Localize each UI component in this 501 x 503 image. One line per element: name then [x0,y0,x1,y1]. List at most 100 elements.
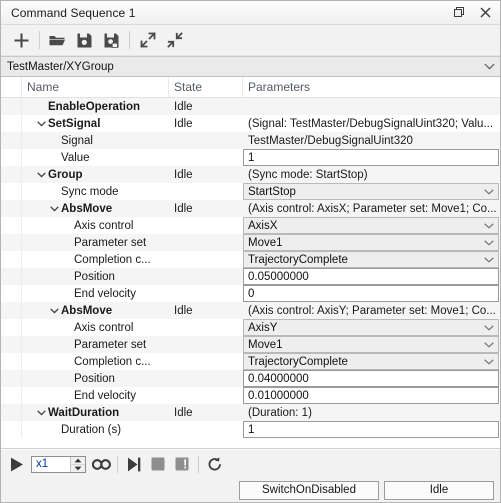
open-sequence-button[interactable] [44,27,71,53]
step-button[interactable] [122,452,146,476]
table-row[interactable]: EnableOperation Idle [1,98,500,115]
cell-parameters[interactable]: (Duration: 1) [243,404,500,421]
table-row[interactable]: Parameter set Move1 [1,336,500,353]
cell-name[interactable]: Completion c... [22,353,169,370]
chevron-down-icon[interactable] [478,58,500,76]
table-row[interactable]: Axis control AxisX [1,217,500,234]
parameter-select[interactable]: Move1 [243,336,499,353]
cell-name[interactable]: Parameter set [22,336,169,353]
cell-name[interactable]: SetSignal [22,115,169,132]
parameter-select[interactable]: TrajectoryComplete [243,251,499,268]
chevron-down-icon[interactable] [48,307,61,314]
parameter-select[interactable]: AxisY [243,319,499,336]
play-button[interactable] [5,452,29,476]
cell-name[interactable]: AbsMove [22,302,169,319]
parameter-select[interactable]: TrajectoryComplete [243,353,499,370]
speed-stepper-buttons[interactable] [70,456,85,472]
chevron-down-icon[interactable] [480,320,498,335]
cell-name[interactable]: Position [22,268,169,285]
break-button[interactable] [170,452,194,476]
cell-name[interactable]: Signal [22,132,169,149]
cell-parameters[interactable]: TestMaster/DebugSignalUint320 [243,132,500,149]
cell-name[interactable]: AbsMove [22,200,169,217]
table-row[interactable]: WaitDuration Idle (Duration: 1) [1,404,500,421]
table-row[interactable]: Value 1 [1,149,500,166]
parameter-input[interactable]: 0.05000000 [243,268,499,285]
parameter-select[interactable]: AxisX [243,217,499,234]
chevron-down-icon[interactable] [480,337,498,352]
cell-parameters[interactable]: TrajectoryComplete [243,251,500,268]
table-row[interactable]: Parameter set Move1 [1,234,500,251]
sequence-path-combo[interactable]: TestMaster/XYGroup [1,56,500,77]
cell-name[interactable]: End velocity [22,285,169,302]
cell-name[interactable]: Parameter set [22,234,169,251]
speed-stepper[interactable]: x1 [31,455,86,473]
cell-name[interactable]: Sync mode [22,183,169,200]
table-row[interactable]: AbsMove Idle (Axis control: AxisY; Paramet… [1,302,500,319]
table-row[interactable]: Completion c... TrajectoryComplete [1,353,500,370]
cell-parameters[interactable]: 1 [243,421,500,438]
parameter-input[interactable]: 1 [243,421,499,438]
parameter-select[interactable]: StartStop [243,183,499,200]
cell-parameters[interactable]: (Axis control: AxisX; Parameter set: Mov… [243,200,500,217]
cell-name[interactable]: WaitDuration [22,404,169,421]
cell-parameters[interactable]: Move1 [243,234,500,251]
table-row[interactable]: Group Idle (Sync mode: StartStop) [1,166,500,183]
cell-parameters[interactable] [243,98,500,115]
caret-up-icon[interactable] [71,457,85,465]
cell-parameters[interactable]: 1 [243,149,500,166]
cell-parameters[interactable]: AxisY [243,319,500,336]
chevron-down-icon[interactable] [35,409,48,416]
cell-parameters[interactable]: AxisX [243,217,500,234]
cell-parameters[interactable]: (Signal: TestMaster/DebugSignalUint320; … [243,115,500,132]
cell-parameters[interactable]: (Sync mode: StartStop) [243,166,500,183]
column-header-parameters[interactable]: Parameters [243,77,500,97]
cell-parameters[interactable]: StartStop [243,183,500,200]
save-as-sequence-button[interactable] [98,27,125,53]
chevron-down-icon[interactable] [480,235,498,250]
cell-name[interactable]: Duration (s) [22,421,169,438]
cell-name[interactable]: Value [22,149,169,166]
cell-name[interactable]: Group [22,166,169,183]
loop-button[interactable] [89,452,113,476]
chevron-down-icon[interactable] [48,205,61,212]
close-icon[interactable] [472,2,498,23]
cell-parameters[interactable]: 0.04000000 [243,370,500,387]
table-row[interactable]: Position 0.04000000 [1,370,500,387]
cell-name[interactable]: Position [22,370,169,387]
table-row[interactable]: End velocity 0.01000000 [1,387,500,404]
column-header-name[interactable]: Name [22,77,169,97]
sequence-state-badge[interactable]: Idle [384,480,494,500]
parameter-input[interactable]: 0.01000000 [243,387,499,404]
cell-name[interactable]: End velocity [22,387,169,404]
table-row[interactable]: Duration (s) 1 [1,421,500,438]
cell-name[interactable]: Axis control [22,217,169,234]
cell-name[interactable]: Completion c... [22,251,169,268]
table-row[interactable]: Signal TestMaster/DebugSignalUint320 [1,132,500,149]
parameter-input[interactable]: 0 [243,285,499,302]
drive-state-badge[interactable]: SwitchOnDisabled [239,480,379,500]
table-row[interactable]: End velocity 0 [1,285,500,302]
chevron-down-icon[interactable] [35,120,48,127]
caret-down-icon[interactable] [71,465,85,472]
expand-all-button[interactable] [134,27,161,53]
cell-parameters[interactable]: 0.01000000 [243,387,500,404]
table-row[interactable]: AbsMove Idle (Axis control: AxisX; Paramet… [1,200,500,217]
chevron-down-icon[interactable] [480,218,498,233]
stop-button[interactable] [146,452,170,476]
cell-parameters[interactable]: 0 [243,285,500,302]
save-sequence-button[interactable] [71,27,98,53]
table-row[interactable]: SetSignal Idle (Signal: TestMaster/DebugSi… [1,115,500,132]
restore-window-icon[interactable] [446,2,472,23]
cell-name[interactable]: EnableOperation [22,98,169,115]
parameter-input[interactable]: 0.04000000 [243,370,499,387]
column-header-state[interactable]: State [169,77,243,97]
chevron-down-icon[interactable] [480,184,498,199]
parameter-select[interactable]: Move1 [243,234,499,251]
chevron-down-icon[interactable] [35,171,48,178]
collapse-all-button[interactable] [161,27,188,53]
cell-parameters[interactable]: Move1 [243,336,500,353]
add-command-button[interactable] [8,27,35,53]
table-row[interactable]: Sync mode StartStop [1,183,500,200]
cell-parameters[interactable]: TrajectoryComplete [243,353,500,370]
